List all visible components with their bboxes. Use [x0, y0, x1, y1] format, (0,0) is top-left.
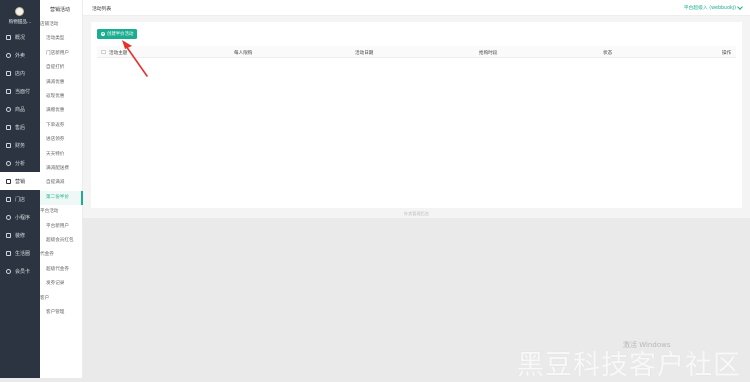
footer-text: 外卖管理后台	[403, 211, 430, 216]
top-bar: 活动列表 平台超级入 (webbuokj)	[83, 0, 750, 16]
sidebar-item-decor[interactable]: 装修	[0, 226, 40, 244]
user-name: 平台超级入 (webbuokj)	[683, 6, 736, 11]
subnav-item[interactable]: 满减优惠	[40, 76, 83, 90]
overview-icon	[6, 34, 11, 40]
life-circle-icon	[6, 250, 11, 256]
subnav-group-label: 客户	[40, 295, 50, 301]
sidebar-item-shop[interactable]: 门店	[0, 190, 40, 208]
finance-icon	[6, 142, 11, 148]
sidebar-item-member-card[interactable]: 会员卡	[0, 262, 40, 280]
sidebar-item-marketing[interactable]: 营销	[0, 172, 40, 190]
subnav-item[interactable]: 进店领券	[40, 133, 83, 147]
sidebar-item-goods[interactable]: 商品	[0, 100, 40, 118]
subnav-item[interactable]: 活动类型	[40, 32, 83, 46]
subnav-item[interactable]: 超级代金券	[40, 263, 83, 277]
sidebar-item-label: 营销	[15, 178, 26, 185]
community-watermark: 黑豆科技客户社区	[517, 350, 741, 381]
subnav-group-label: 平台活动	[40, 209, 59, 215]
subnav-item[interactable]: 下单返券	[40, 119, 83, 133]
shop-icon	[6, 196, 11, 202]
sidebar-item-aftersale[interactable]: 售后	[0, 118, 40, 136]
decor-icon	[6, 232, 11, 238]
subnav-item[interactable]: 满减配送费	[40, 162, 83, 176]
sidebar-item-label: 商品	[15, 106, 26, 113]
store-icon	[6, 70, 11, 76]
sidebar-item-label: 门店	[15, 196, 26, 203]
sidebar-item-label: 售后	[15, 124, 26, 131]
subnav-item[interactable]: 第二份半价	[40, 190, 83, 205]
sidebar-item-label: 概况	[15, 34, 26, 41]
column-header-date: 活动日期	[355, 50, 374, 56]
subnav-item[interactable]: 满赠优惠	[40, 104, 83, 118]
sidebar-item-overview[interactable]: 概况	[0, 28, 40, 46]
aftersale-icon	[6, 124, 11, 130]
chevron-down-icon	[737, 3, 743, 10]
table-header: 活动主题 每人限购 活动日期 抢购时段 状态 操作	[97, 46, 736, 58]
subnav-item[interactable]: 门店新用户	[40, 47, 83, 61]
payment-icon	[6, 88, 11, 94]
column-header-action: 操作	[722, 50, 732, 56]
sidebar-item-payment[interactable]: 当面付	[0, 82, 40, 100]
store-logo[interactable]: 购物甜品...	[0, 0, 40, 30]
create-activity-label: 创建半价活动	[107, 32, 134, 37]
sidebar-item-life-circle[interactable]: 生活圈	[0, 244, 40, 262]
marketing-icon	[6, 178, 11, 184]
subnav-item[interactable]: 客户管理	[40, 306, 83, 320]
column-header-limit: 每人限购	[234, 50, 253, 56]
subnav-item[interactable]: 自提满减	[40, 176, 83, 190]
sidebar-item-label: 店内	[15, 70, 26, 77]
subnav-item[interactable]: 超级会员红包	[40, 234, 83, 248]
sidebar-item-label: 财务	[15, 142, 26, 149]
subnav-item[interactable]: 自提打折	[40, 61, 83, 75]
main-sidebar: 购物甜品... 概况外卖店内当面付商品售后财务分析营销门店小程序装修生活圈会员卡	[0, 0, 40, 378]
select-all-checkbox[interactable]	[101, 49, 106, 54]
sidebar-item-label: 生活圈	[15, 250, 31, 257]
sidebar-item-miniapp[interactable]: 小程序	[0, 208, 40, 226]
goods-icon	[6, 106, 11, 112]
column-header-status: 状态	[603, 50, 613, 56]
column-header-theme: 活动主题	[109, 50, 128, 56]
miniapp-icon	[6, 214, 11, 220]
subnav-item[interactable]: 返现优惠	[40, 90, 83, 104]
marketing-subnav: 营销活动 店铺活动活动类型 门店新用户 自提打折 满减优惠 返现优惠 满赠优惠 下单返券 进店…	[40, 0, 83, 378]
sidebar-item-finance[interactable]: 财务	[0, 136, 40, 154]
sidebar-item-label: 装修	[15, 232, 26, 239]
sidebar-item-label: 当面付	[15, 88, 31, 95]
analysis-icon	[6, 160, 11, 166]
subnav-item[interactable]: 发券记录	[40, 277, 83, 291]
sidebar-item-label: 会员卡	[15, 268, 31, 275]
sidebar-item-takeout[interactable]: 外卖	[0, 46, 40, 64]
user-menu[interactable]: 平台超级入 (webbuokj)	[683, 3, 743, 11]
sidebar-item-label: 小程序	[15, 214, 31, 221]
store-avatar	[15, 7, 24, 16]
subnav-title: 营销活动	[50, 7, 71, 13]
sidebar-item-label: 外卖	[15, 52, 26, 59]
plus-icon: +	[101, 31, 105, 36]
takeout-icon	[6, 52, 11, 58]
store-name: 购物甜品...	[8, 20, 32, 25]
subnav-item[interactable]: 天天特价	[40, 148, 83, 162]
page-title: 活动列表	[92, 7, 112, 12]
create-activity-button[interactable]: + 创建半价活动	[97, 29, 138, 39]
subnav-group-label: 代金券	[40, 252, 54, 258]
sidebar-item-store[interactable]: 店内	[0, 64, 40, 82]
sidebar-item-analysis[interactable]: 分析	[0, 154, 40, 172]
member-card-icon	[6, 268, 11, 274]
column-header-time: 抢购时段	[479, 50, 498, 56]
subnav-group-label: 店铺活动	[40, 22, 59, 27]
content-area: + 创建半价活动 活动主题 每人限购 活动日期 抢购时段 状态 操作	[83, 16, 750, 218]
sidebar-item-label: 分析	[15, 160, 26, 167]
activity-list-card: + 创建半价活动 活动主题 每人限购 活动日期 抢购时段 状态 操作	[91, 22, 742, 208]
subnav-item[interactable]: 平台新用户	[40, 220, 83, 234]
